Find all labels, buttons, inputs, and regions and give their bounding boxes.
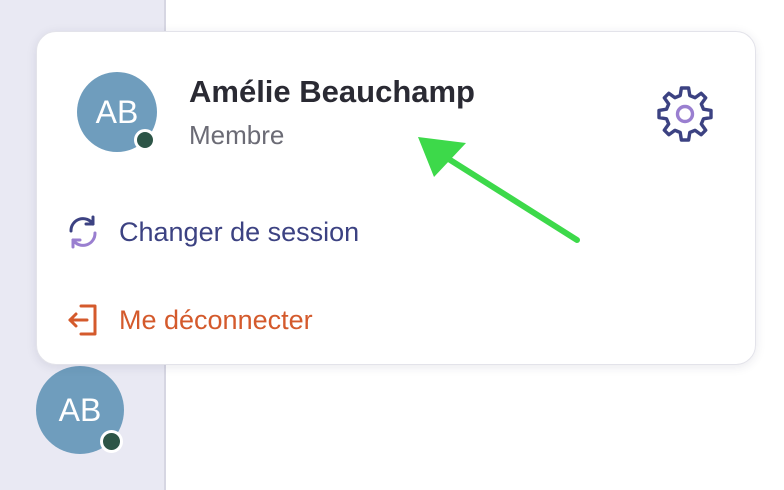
logout-button[interactable]: Me déconnecter	[65, 298, 313, 342]
logout-icon	[65, 302, 101, 338]
sidebar-status-indicator	[100, 430, 123, 453]
refresh-icon	[65, 214, 101, 250]
profile-status-indicator	[134, 129, 156, 151]
gear-icon	[657, 86, 713, 142]
switch-session-label: Changer de session	[119, 216, 360, 247]
switch-session-button[interactable]: Changer de session	[65, 210, 359, 254]
sidebar-avatar-initials: AB	[58, 391, 102, 428]
logout-label: Me déconnecter	[119, 304, 313, 335]
profile-name: Amélie Beauchamp	[189, 74, 475, 109]
profile-avatar-initials: AB	[95, 93, 139, 130]
profile-role: Membre	[189, 120, 285, 150]
settings-button[interactable]	[654, 83, 716, 145]
profile-popover: AB Amélie Beauchamp Membre Changer de se…	[36, 31, 756, 365]
